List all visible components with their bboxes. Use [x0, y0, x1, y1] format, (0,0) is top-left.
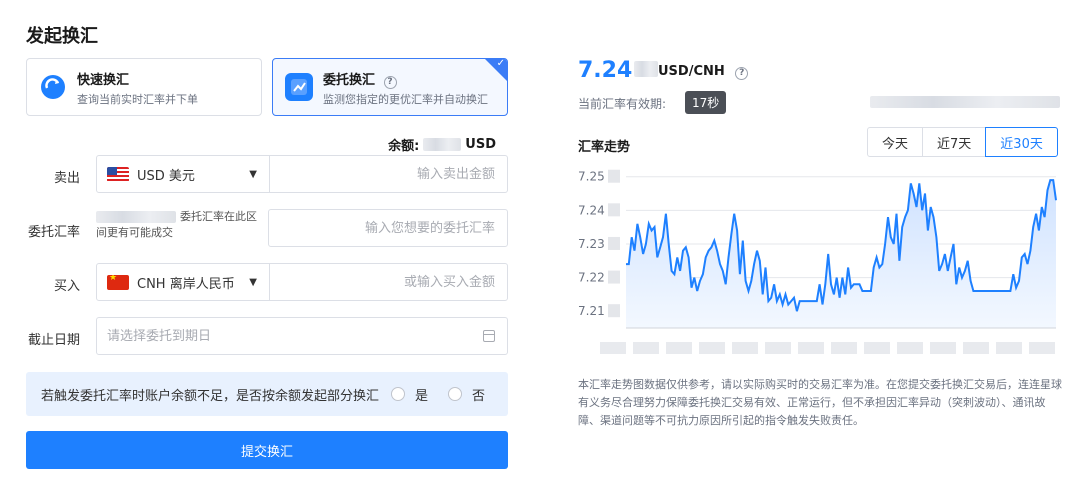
radio-yes[interactable] [391, 387, 406, 401]
mode-title: 委托换汇 ? [323, 69, 397, 89]
submit-button[interactable]: 提交换汇 [26, 431, 508, 469]
y-tick-masked [608, 169, 620, 183]
y-tick-label: 7.25 [578, 170, 605, 184]
sell-label: 卖出 [53, 171, 80, 186]
help-icon[interactable]: ? [383, 75, 397, 89]
tab-7-days[interactable]: 近7天 [922, 127, 987, 157]
quote-info-masked [870, 96, 1060, 108]
x-tick-masked [732, 342, 758, 354]
buy-label: 买入 [53, 279, 80, 294]
deadline-label: 截止日期 [27, 333, 80, 348]
y-tick-label: 7.24 [578, 203, 605, 217]
page-title: 发起换汇 [26, 26, 98, 47]
chart-area [626, 180, 1056, 328]
rate-hint: 委托汇率在此区间更有可能成交 [96, 209, 266, 247]
x-tick-masked [930, 342, 956, 354]
x-tick-masked [864, 342, 890, 354]
buy-currency-text: CNH 离岸人民币 [137, 276, 235, 292]
radio-yes-label[interactable]: 是 [415, 385, 428, 404]
y-tick-masked [608, 304, 620, 318]
calendar-icon[interactable] [483, 330, 495, 342]
sell-currency-select[interactable]: USD 美元 ▼ [97, 156, 270, 192]
y-tick-label: 7.22 [578, 271, 605, 285]
x-tick-masked [666, 342, 692, 354]
buy-field: CNH 离岸人民币 ▼ [96, 263, 508, 301]
x-tick-masked [765, 342, 791, 354]
y-tick-masked [608, 203, 620, 217]
x-tick-masked [600, 342, 626, 354]
balance-amount-masked [423, 138, 462, 151]
deadline-input[interactable] [107, 318, 473, 354]
sell-field: USD 美元 ▼ [96, 155, 508, 193]
caret-down-icon: ▼ [249, 168, 257, 180]
rate-label: 委托汇率 [27, 225, 80, 240]
tab-30-days[interactable]: 近30天 [985, 127, 1058, 157]
mode-desc: 监测您指定的更优汇率并自动换汇 [323, 93, 488, 106]
buy-currency-select[interactable]: CNH 离岸人民币 ▼ [97, 264, 270, 300]
tab-today[interactable]: 今天 [867, 127, 924, 157]
check-icon: ✓ [496, 58, 505, 69]
sell-currency-text: USD 美元 [137, 168, 195, 184]
disclaimer-text: 本汇率走势图数据仅供参考，请以实际购买时的交易汇率为准。在您提交委托换汇交易后，… [578, 378, 1062, 427]
entrusted-exchange-icon [285, 73, 313, 101]
mode-title: 快速换汇 [77, 73, 130, 88]
y-tick-label: 7.23 [578, 237, 605, 251]
range-tabs: 今天 近7天 近30天 [867, 127, 1058, 157]
partial-exchange-question: 若触发委托汇率时账户余额不足，是否按余额发起部分换汇 是 否 [26, 372, 508, 416]
x-tick-masked [831, 342, 857, 354]
current-rate: 7.24 [578, 58, 659, 83]
countdown-timer: 17秒 [685, 91, 727, 114]
radio-no[interactable] [448, 387, 463, 401]
mode-desc: 查询当前实时汇率并下单 [77, 93, 198, 106]
rate-trend-chart: 7.25 7.24 7.23 7.22 7.21 [578, 169, 1057, 354]
balance-label: 余额: [388, 139, 420, 154]
sell-amount-input[interactable] [271, 156, 495, 192]
y-tick-masked [608, 236, 620, 250]
validity-label: 当前汇率有效期: [578, 97, 667, 111]
balance-currency: USD [465, 137, 496, 152]
radio-no-label[interactable]: 否 [472, 385, 485, 404]
question-text: 若触发委托汇率时账户余额不足，是否按余额发起部分换汇 [41, 388, 380, 404]
deadline-field [96, 317, 508, 355]
x-tick-masked [963, 342, 989, 354]
mode-title-text: 委托换汇 [323, 73, 376, 88]
y-tick-masked [608, 270, 620, 284]
x-tick-masked [633, 342, 659, 354]
help-icon[interactable]: ? [735, 66, 749, 80]
us-flag-icon [107, 166, 129, 182]
quick-exchange-icon [39, 73, 67, 101]
entrust-rate-input[interactable] [279, 210, 495, 246]
mode-card-entrusted[interactable]: 委托换汇 ? 监测您指定的更优汇率并自动换汇 ✓ [272, 58, 508, 116]
rate-decimals-masked [634, 61, 659, 77]
rate-range-masked [96, 211, 176, 223]
cn-flag-icon [107, 274, 129, 290]
x-tick-masked [798, 342, 824, 354]
y-tick-label: 7.21 [578, 304, 605, 318]
caret-down-icon: ▼ [249, 276, 257, 288]
rate-value: 7.24 [578, 58, 633, 83]
x-tick-masked [699, 342, 725, 354]
buy-amount-input[interactable] [271, 264, 495, 300]
x-tick-masked [996, 342, 1022, 354]
rate-field [268, 209, 508, 247]
trend-title: 汇率走势 [578, 140, 631, 155]
mode-card-quick[interactable]: 快速换汇 查询当前实时汇率并下单 [26, 58, 262, 116]
currency-pair: USD/CNH ? [658, 64, 749, 80]
pair-text: USD/CNH [658, 64, 725, 79]
balance: 余额: USD [388, 135, 496, 154]
x-tick-masked [897, 342, 923, 354]
x-tick-masked [1029, 342, 1055, 354]
